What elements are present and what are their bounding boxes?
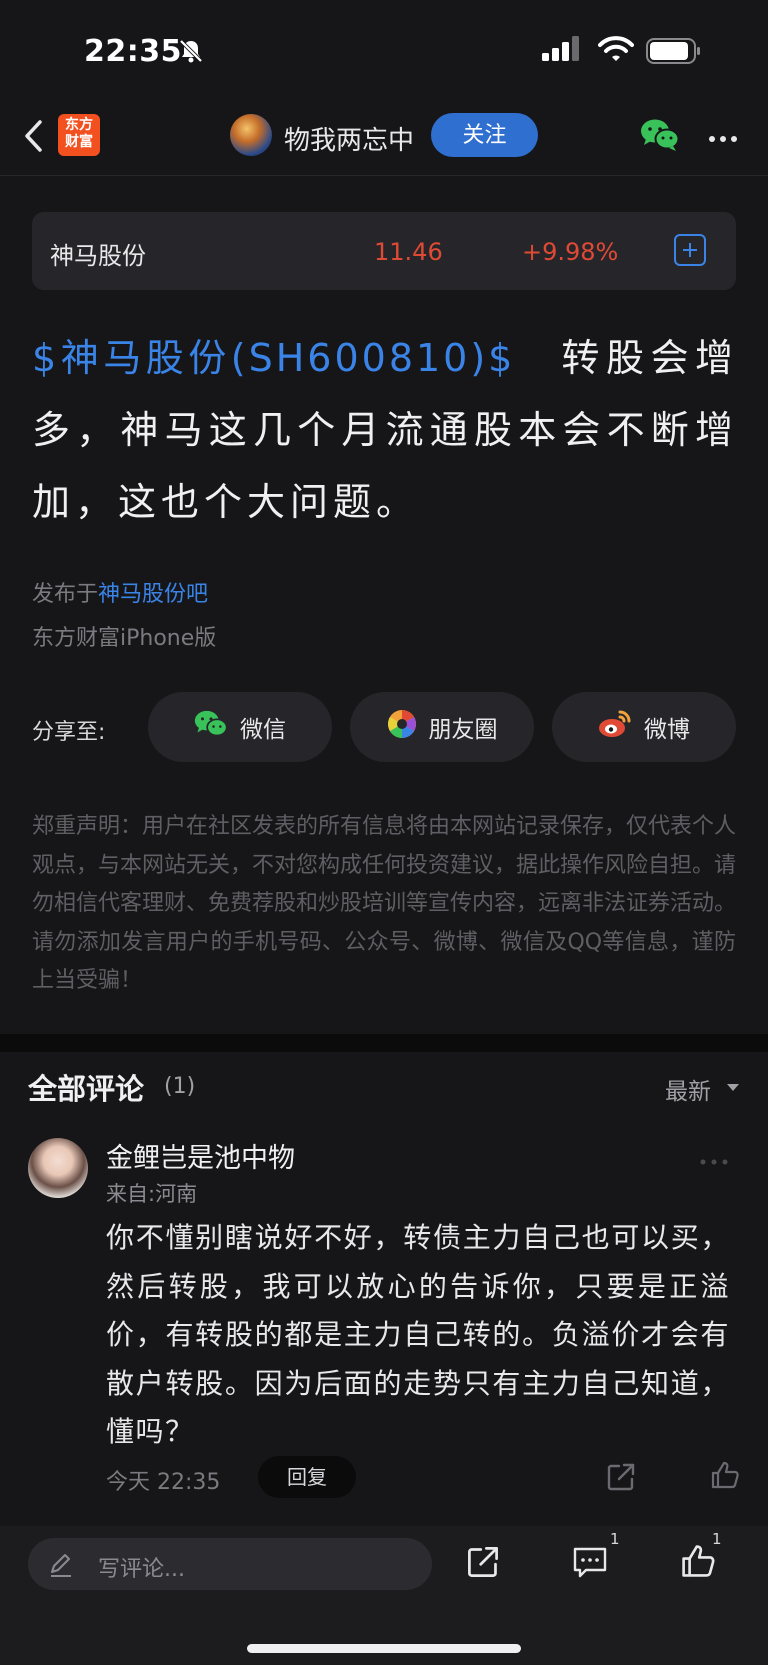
comments-count: (1): [164, 1074, 196, 1099]
like-icon[interactable]: [710, 1460, 740, 1494]
status-bar: 22:35: [0, 0, 768, 100]
share-wechat-button[interactable]: 微信: [148, 692, 332, 762]
wifi-icon: [598, 36, 634, 66]
comment-count-badge: 1: [610, 1530, 620, 1548]
share-icon[interactable]: [606, 1462, 636, 1496]
wechat-icon[interactable]: [640, 118, 680, 156]
comment-text: 你不懂别瞎说好不好，转债主力自己也可以买，然后转股，我可以放心的告诉你，只要是正…: [106, 1221, 730, 1448]
author-name[interactable]: 物我两忘中: [284, 120, 414, 157]
stock-name: 神马股份: [50, 242, 146, 270]
author-avatar[interactable]: [230, 114, 272, 156]
stock-tag-link[interactable]: $神马股份(SH600810)$: [32, 336, 515, 380]
comment-more-icon[interactable]: [700, 1150, 728, 1169]
share-weibo-label: 微博: [644, 717, 690, 743]
stock-price: 11.46: [374, 238, 443, 266]
back-icon[interactable]: [22, 116, 46, 160]
commenter-avatar[interactable]: [28, 1138, 88, 1198]
share-icon[interactable]: [466, 1545, 500, 1583]
wechat-icon: [194, 709, 228, 745]
commenter-location: 来自:河南: [106, 1182, 198, 1206]
forum-link[interactable]: 神马股份吧: [98, 582, 208, 607]
battery-icon: [646, 38, 702, 68]
comment-input[interactable]: [28, 1538, 432, 1590]
more-icon[interactable]: [708, 128, 738, 147]
logo-line1: 东方: [65, 117, 93, 133]
bell-slash-icon: [178, 38, 204, 68]
published-prefix: 发布于: [32, 582, 99, 607]
comment-input-placeholder[interactable]: 写评论...: [98, 1551, 185, 1583]
moments-icon: [387, 709, 417, 745]
post-client: 东方财富iPhone版: [32, 626, 217, 651]
commenter-name[interactable]: 金鲤岂是池中物: [106, 1136, 295, 1175]
like-icon[interactable]: [680, 1543, 716, 1583]
weibo-icon: [598, 709, 632, 745]
follow-button[interactable]: 关注: [431, 113, 538, 157]
post-meta-forum: 发布于神马股份吧: [32, 576, 208, 608]
share-wechat-label: 微信: [240, 717, 286, 743]
nav-bar: 东方 财富 物我两忘中 关注: [0, 100, 768, 176]
home-indicator[interactable]: [247, 1644, 521, 1653]
disclaimer: 郑重声明：用户在社区发表的所有信息将由本网站记录保存，仅代表个人观点，与本网站无…: [32, 814, 737, 993]
app-logo[interactable]: 东方 财富: [58, 114, 100, 156]
like-count-badge: 1: [712, 1530, 722, 1548]
share-moments-button[interactable]: 朋友圈: [350, 692, 534, 762]
section-divider: [0, 1034, 768, 1052]
share-label: 分享至:: [32, 720, 106, 745]
add-stock-icon[interactable]: [674, 234, 706, 266]
stock-card[interactable]: 神马股份 11.46 +9.98%: [32, 212, 736, 290]
reply-button[interactable]: 回复: [258, 1456, 356, 1498]
comment-time: 今天 22:35: [106, 1470, 221, 1495]
sort-dropdown[interactable]: 最新: [665, 1072, 711, 1106]
edit-icon: [48, 1552, 74, 1582]
status-time: 22:35: [84, 34, 182, 69]
stock-change: +9.98%: [522, 238, 619, 266]
share-weibo-button[interactable]: 微博: [552, 692, 736, 762]
logo-line2: 财富: [65, 134, 93, 150]
share-moments-label: 朋友圈: [428, 717, 498, 743]
comments-title: 全部评论: [28, 1072, 145, 1106]
comment-icon[interactable]: [572, 1545, 608, 1583]
signal-icon: [542, 36, 582, 66]
post-body: $神马股份(SH600810)$ 转股会增多，神马这几个月流通股本会不断增加，这…: [32, 322, 738, 538]
chevron-down-icon[interactable]: [727, 1084, 739, 1091]
